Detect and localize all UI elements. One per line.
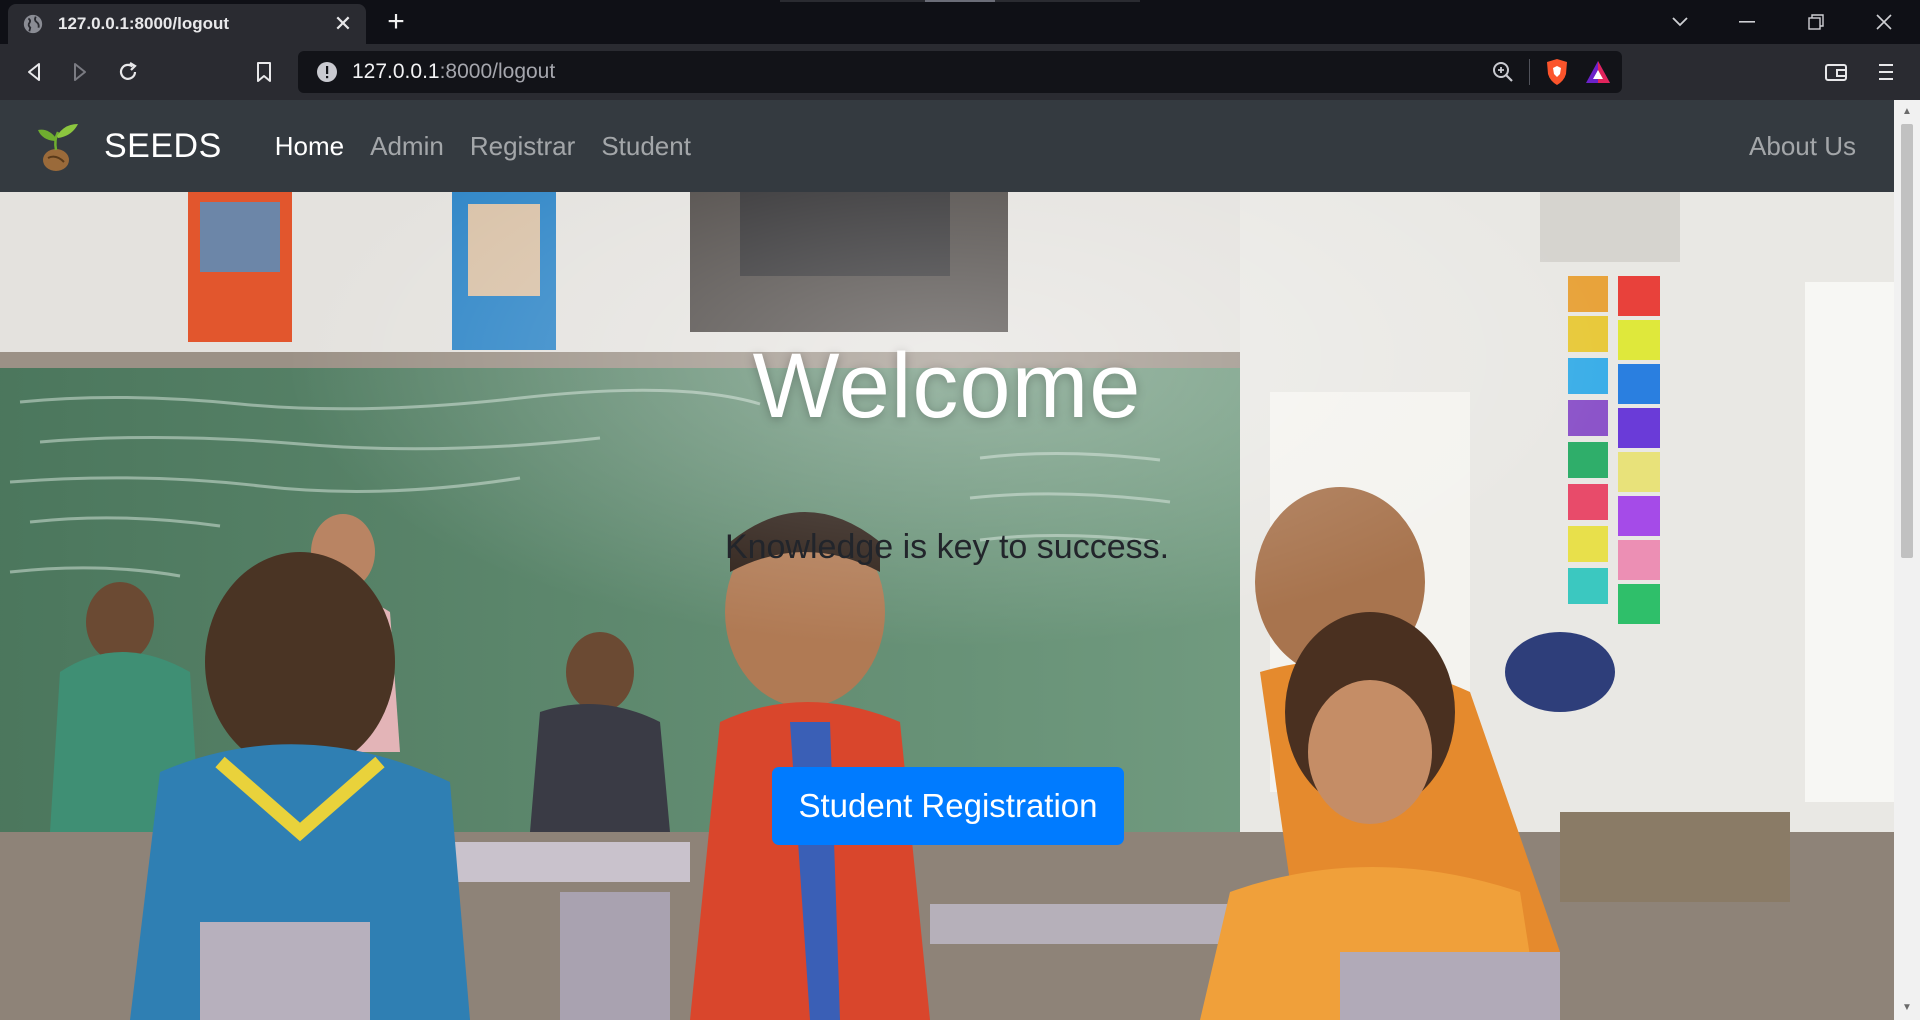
scroll-down-icon[interactable]: ▼ [1901, 1002, 1913, 1014]
seed-logo-icon [38, 124, 78, 171]
site-navbar: SEEDS Home Admin Registrar Student About… [0, 100, 1894, 192]
restore-icon[interactable] [1794, 6, 1838, 38]
site-info-icon[interactable] [316, 61, 338, 83]
browser-toolbar: 127.0.0.1:8000/logout [0, 44, 1920, 100]
reload-icon[interactable] [112, 56, 144, 88]
browser-tab-bar: 127.0.0.1:8000/logout ✕ + [0, 0, 1920, 44]
forward-icon[interactable] [64, 56, 96, 88]
zoom-icon[interactable] [1491, 60, 1515, 84]
globe-icon [23, 14, 43, 34]
hero-section: Welcome Knowledge is key to success. Stu… [0, 192, 1894, 1020]
back-icon[interactable] [18, 56, 50, 88]
brave-rewards-icon[interactable] [1584, 59, 1612, 85]
url-host: 127.0.0.1 [352, 60, 440, 83]
hero-subtitle: Knowledge is key to success. [724, 528, 1170, 566]
bookmark-icon[interactable] [248, 56, 280, 88]
wallet-icon[interactable] [1820, 56, 1852, 88]
scroll-up-icon[interactable]: ▲ [1901, 106, 1913, 118]
nav-link-about-us[interactable]: About Us [1749, 131, 1856, 162]
nav-link-home[interactable]: Home [262, 131, 357, 162]
new-tab-icon[interactable]: + [380, 7, 412, 38]
page-scrollbar[interactable]: ▲ ▼ [1894, 100, 1920, 1020]
browser-tab[interactable]: 127.0.0.1:8000/logout ✕ [8, 4, 366, 44]
tab-title: 127.0.0.1:8000/logout [58, 14, 230, 33]
minimize-icon[interactable] [1725, 6, 1769, 38]
url-path: :8000/logout [439, 60, 556, 83]
hero-background-image [0, 192, 1894, 1020]
tab-strip-indicator [780, 0, 1140, 2]
address-bar[interactable]: 127.0.0.1:8000/logout [298, 51, 1622, 93]
nav-link-admin[interactable]: Admin [357, 131, 457, 162]
divider [1529, 59, 1530, 85]
hero-title: Welcome [752, 335, 1142, 437]
scrollbar-thumb[interactable] [1901, 124, 1913, 558]
close-tab-icon[interactable]: ✕ [330, 11, 356, 37]
brand[interactable]: SEEDS [34, 118, 222, 174]
tab-search-chevron-icon[interactable] [1658, 6, 1702, 38]
nav-link-registrar[interactable]: Registrar [457, 131, 588, 162]
nav-links: Home Admin Registrar Student [262, 131, 704, 162]
tab-strip-active-indicator [925, 0, 995, 2]
page-viewport: SEEDS Home Admin Registrar Student About… [0, 100, 1894, 1020]
close-window-icon[interactable] [1862, 6, 1906, 38]
brave-shield-icon[interactable] [1544, 58, 1570, 86]
nav-link-student[interactable]: Student [588, 131, 704, 162]
student-registration-button[interactable]: Student Registration [772, 767, 1124, 845]
brand-name: SEEDS [104, 126, 222, 165]
menu-icon[interactable] [1870, 56, 1902, 88]
